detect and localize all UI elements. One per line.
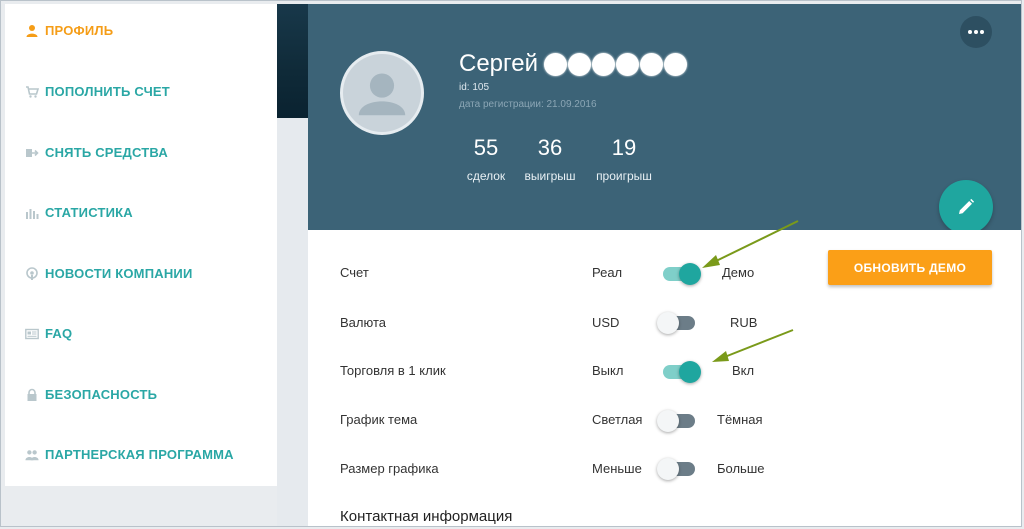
option-right-chart-theme: Тёмная	[717, 412, 763, 427]
currency-toggle[interactable]	[657, 312, 697, 334]
background-gutter	[277, 118, 308, 526]
chart-size-toggle[interactable]	[657, 458, 697, 480]
stat-losses: 19 проигрыш	[594, 135, 654, 183]
settings-panel: Счет Реал Демо ОБНОВИТЬ ДЕМО Валюта USD …	[308, 230, 1021, 526]
one-click-toggle[interactable]	[659, 361, 701, 383]
avatar-placeholder-icon	[358, 73, 406, 116]
user-name: Сергей	[459, 50, 688, 78]
user-icon	[25, 24, 39, 38]
stat-wins: 36 выигрыш	[520, 135, 580, 183]
sidebar-item-security[interactable]: БЕЗОПАСНОСТЬ	[25, 387, 157, 402]
option-left-chart-size: Меньше	[592, 461, 642, 476]
user-id: id: 105	[459, 82, 490, 93]
podcast-icon	[25, 266, 39, 281]
stat-value: 55	[473, 135, 499, 160]
setting-label-chart-theme: График тема	[340, 412, 418, 427]
option-right-chart-size: Больше	[717, 461, 765, 476]
user-first-name: Сергей	[459, 50, 539, 77]
users-icon	[25, 448, 39, 462]
sidebar-item-label: ПОПОЛНИТЬ СЧЕТ	[45, 84, 170, 99]
registration-date: дата регистрации: 21.09.2016	[459, 99, 597, 110]
option-left-account: Реал	[592, 265, 623, 280]
more-horizontal-icon	[968, 30, 984, 34]
sidebar-item-label: ПРОФИЛЬ	[45, 23, 114, 38]
setting-label-chart-size: Размер графика	[340, 461, 439, 476]
annotation-arrow-icon	[712, 329, 794, 362]
setting-label-one-click: Торговля в 1 клик	[340, 363, 446, 378]
sidebar-item-partner[interactable]: ПАРТНЕРСКАЯ ПРОГРАММА	[25, 447, 234, 462]
bar-chart-icon	[25, 206, 39, 220]
sidebar: ПРОФИЛЬ ПОПОЛНИТЬ СЧЕТ СНЯТЬ СРЕДСТВА СТ…	[5, 4, 277, 486]
chart-theme-toggle[interactable]	[657, 410, 697, 432]
stat-value: 19	[611, 135, 637, 160]
profile-header: Сергей id: 105 дата регистрации: 21.09.2…	[308, 4, 1021, 234]
setting-label-account: Счет	[340, 265, 369, 280]
contact-info-title: Контактная информация	[340, 508, 513, 525]
update-demo-button[interactable]: ОБНОВИТЬ ДЕМО	[828, 250, 992, 285]
sidebar-item-label: ПАРТНЕРСКАЯ ПРОГРАММА	[45, 447, 234, 462]
stat-deals: 55 сделок	[458, 135, 514, 183]
annotation-arrow-icon	[702, 220, 799, 268]
card-icon	[25, 327, 39, 341]
more-options-button[interactable]	[960, 16, 992, 48]
cart-icon	[25, 85, 39, 99]
sidebar-item-withdraw[interactable]: СНЯТЬ СРЕДСТВА	[25, 145, 168, 160]
sidebar-item-label: СТАТИСТИКА	[45, 205, 133, 220]
sidebar-item-label: БЕЗОПАСНОСТЬ	[45, 387, 158, 402]
redacted-surname	[544, 52, 688, 76]
stat-label: сделок	[466, 169, 506, 183]
sidebar-item-label: НОВОСТИ КОМПАНИИ	[45, 266, 193, 281]
sidebar-item-profile[interactable]: ПРОФИЛЬ	[25, 23, 113, 38]
setting-label-currency: Валюта	[340, 315, 386, 330]
background-strip	[277, 4, 308, 118]
stat-value: 36	[537, 135, 563, 160]
sidebar-item-faq[interactable]: FAQ	[25, 326, 72, 341]
lock-icon	[25, 388, 39, 402]
withdraw-icon	[25, 146, 39, 160]
sidebar-item-label: FAQ	[45, 326, 73, 341]
sidebar-item-label: СНЯТЬ СРЕДСТВА	[45, 145, 168, 160]
option-left-one-click: Выкл	[592, 363, 624, 378]
option-left-currency: USD	[592, 315, 620, 330]
edit-profile-button[interactable]	[939, 180, 993, 234]
pencil-icon	[959, 198, 975, 214]
stat-label: проигрыш	[596, 169, 652, 183]
option-left-chart-theme: Светлая	[592, 412, 643, 427]
sidebar-item-deposit[interactable]: ПОПОЛНИТЬ СЧЕТ	[25, 84, 170, 99]
stat-label: выигрыш	[524, 169, 576, 183]
avatar	[340, 51, 424, 135]
sidebar-item-news[interactable]: НОВОСТИ КОМПАНИИ	[25, 266, 193, 281]
sidebar-item-statistics[interactable]: СТАТИСТИКА	[25, 205, 133, 220]
